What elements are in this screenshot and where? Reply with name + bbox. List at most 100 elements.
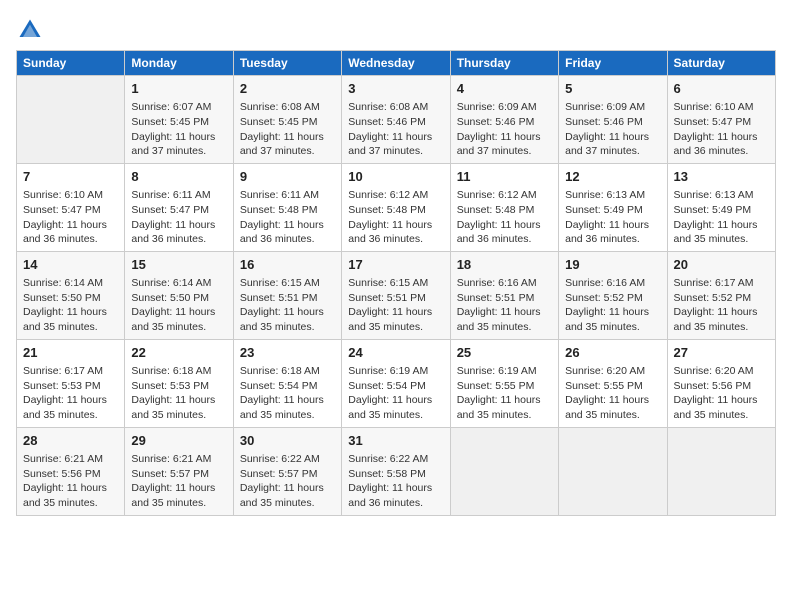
day-number: 15: [131, 256, 226, 274]
day-number: 25: [457, 344, 552, 362]
logo: [16, 16, 48, 44]
calendar-cell: 18 Sunrise: 6:16 AMSunset: 5:51 PMDayligh…: [450, 251, 558, 339]
calendar-cell: 28 Sunrise: 6:21 AMSunset: 5:56 PMDayligh…: [17, 427, 125, 515]
day-info: Sunrise: 6:17 AMSunset: 5:53 PMDaylight:…: [23, 364, 118, 423]
day-info: Sunrise: 6:11 AMSunset: 5:47 PMDaylight:…: [131, 188, 226, 247]
day-info: Sunrise: 6:16 AMSunset: 5:52 PMDaylight:…: [565, 276, 660, 335]
day-number: 30: [240, 432, 335, 450]
weekday-header-friday: Friday: [559, 51, 667, 76]
day-info: Sunrise: 6:10 AMSunset: 5:47 PMDaylight:…: [674, 100, 769, 159]
calendar-cell: 21 Sunrise: 6:17 AMSunset: 5:53 PMDayligh…: [17, 339, 125, 427]
day-number: 29: [131, 432, 226, 450]
calendar-cell: 6 Sunrise: 6:10 AMSunset: 5:47 PMDaylight…: [667, 76, 775, 164]
day-info: Sunrise: 6:16 AMSunset: 5:51 PMDaylight:…: [457, 276, 552, 335]
day-number: 28: [23, 432, 118, 450]
day-number: 17: [348, 256, 443, 274]
day-number: 1: [131, 80, 226, 98]
calendar-cell: [667, 427, 775, 515]
weekday-header-tuesday: Tuesday: [233, 51, 341, 76]
calendar-cell: 23Sunrise: 6:18 AMSunset: 5:54 PMDayligh…: [233, 339, 341, 427]
day-info: Sunrise: 6:22 AMSunset: 5:57 PMDaylight:…: [240, 452, 335, 511]
day-number: 10: [348, 168, 443, 186]
day-info: Sunrise: 6:18 AMSunset: 5:54 PMDaylight:…: [240, 364, 335, 423]
calendar-table: SundayMondayTuesdayWednesdayThursdayFrid…: [16, 50, 776, 516]
day-info: Sunrise: 6:10 AMSunset: 5:47 PMDaylight:…: [23, 188, 118, 247]
calendar-cell: 3 Sunrise: 6:08 AMSunset: 5:46 PMDaylight…: [342, 76, 450, 164]
day-number: 7: [23, 168, 118, 186]
day-number: 27: [674, 344, 769, 362]
day-number: 2: [240, 80, 335, 98]
day-info: Sunrise: 6:18 AMSunset: 5:53 PMDaylight:…: [131, 364, 226, 423]
day-info: Sunrise: 6:08 AMSunset: 5:46 PMDaylight:…: [348, 100, 443, 159]
weekday-header-wednesday: Wednesday: [342, 51, 450, 76]
weekday-header-thursday: Thursday: [450, 51, 558, 76]
calendar-week-row: 28 Sunrise: 6:21 AMSunset: 5:56 PMDayligh…: [17, 427, 776, 515]
day-number: 11: [457, 168, 552, 186]
day-number: 3: [348, 80, 443, 98]
day-number: 20: [674, 256, 769, 274]
day-info: Sunrise: 6:20 AMSunset: 5:55 PMDaylight:…: [565, 364, 660, 423]
day-info: Sunrise: 6:17 AMSunset: 5:52 PMDaylight:…: [674, 276, 769, 335]
calendar-cell: 5 Sunrise: 6:09 AMSunset: 5:46 PMDaylight…: [559, 76, 667, 164]
day-number: 19: [565, 256, 660, 274]
day-info: Sunrise: 6:09 AMSunset: 5:46 PMDaylight:…: [565, 100, 660, 159]
calendar-cell: 4Sunrise: 6:09 AMSunset: 5:46 PMDaylight…: [450, 76, 558, 164]
calendar-cell: [17, 76, 125, 164]
day-info: Sunrise: 6:13 AMSunset: 5:49 PMDaylight:…: [674, 188, 769, 247]
calendar-cell: 29Sunrise: 6:21 AMSunset: 5:57 PMDayligh…: [125, 427, 233, 515]
day-number: 16: [240, 256, 335, 274]
day-info: Sunrise: 6:15 AMSunset: 5:51 PMDaylight:…: [240, 276, 335, 335]
weekday-header-monday: Monday: [125, 51, 233, 76]
calendar-cell: 10Sunrise: 6:12 AMSunset: 5:48 PMDayligh…: [342, 163, 450, 251]
day-number: 18: [457, 256, 552, 274]
calendar-cell: [559, 427, 667, 515]
calendar-cell: 31 Sunrise: 6:22 AMSunset: 5:58 PMDayligh…: [342, 427, 450, 515]
calendar-cell: 8 Sunrise: 6:11 AMSunset: 5:47 PMDaylight…: [125, 163, 233, 251]
day-info: Sunrise: 6:08 AMSunset: 5:45 PMDaylight:…: [240, 100, 335, 159]
calendar-cell: 30 Sunrise: 6:22 AMSunset: 5:57 PMDayligh…: [233, 427, 341, 515]
day-number: 24: [348, 344, 443, 362]
day-number: 12: [565, 168, 660, 186]
calendar-cell: 13Sunrise: 6:13 AMSunset: 5:49 PMDayligh…: [667, 163, 775, 251]
day-info: Sunrise: 6:19 AMSunset: 5:54 PMDaylight:…: [348, 364, 443, 423]
logo-icon: [16, 16, 44, 44]
day-info: Sunrise: 6:09 AMSunset: 5:46 PMDaylight:…: [457, 100, 552, 159]
calendar-week-row: 21 Sunrise: 6:17 AMSunset: 5:53 PMDayligh…: [17, 339, 776, 427]
calendar-cell: 2 Sunrise: 6:08 AMSunset: 5:45 PMDaylight…: [233, 76, 341, 164]
calendar-cell: 26 Sunrise: 6:20 AMSunset: 5:55 PMDayligh…: [559, 339, 667, 427]
calendar-cell: 17Sunrise: 6:15 AMSunset: 5:51 PMDayligh…: [342, 251, 450, 339]
calendar-cell: 14 Sunrise: 6:14 AMSunset: 5:50 PMDayligh…: [17, 251, 125, 339]
weekday-header-saturday: Saturday: [667, 51, 775, 76]
weekday-header-sunday: Sunday: [17, 51, 125, 76]
calendar-week-row: 1Sunrise: 6:07 AMSunset: 5:45 PMDaylight…: [17, 76, 776, 164]
day-number: 22: [131, 344, 226, 362]
calendar-cell: 16 Sunrise: 6:15 AMSunset: 5:51 PMDayligh…: [233, 251, 341, 339]
day-number: 6: [674, 80, 769, 98]
day-number: 14: [23, 256, 118, 274]
day-number: 26: [565, 344, 660, 362]
day-number: 21: [23, 344, 118, 362]
calendar-cell: 24 Sunrise: 6:19 AMSunset: 5:54 PMDayligh…: [342, 339, 450, 427]
calendar-cell: [450, 427, 558, 515]
day-info: Sunrise: 6:14 AMSunset: 5:50 PMDaylight:…: [131, 276, 226, 335]
calendar-cell: 19 Sunrise: 6:16 AMSunset: 5:52 PMDayligh…: [559, 251, 667, 339]
calendar-week-row: 14 Sunrise: 6:14 AMSunset: 5:50 PMDayligh…: [17, 251, 776, 339]
calendar-cell: 7 Sunrise: 6:10 AMSunset: 5:47 PMDaylight…: [17, 163, 125, 251]
day-info: Sunrise: 6:21 AMSunset: 5:56 PMDaylight:…: [23, 452, 118, 511]
day-number: 5: [565, 80, 660, 98]
calendar-week-row: 7 Sunrise: 6:10 AMSunset: 5:47 PMDaylight…: [17, 163, 776, 251]
day-info: Sunrise: 6:13 AMSunset: 5:49 PMDaylight:…: [565, 188, 660, 247]
day-info: Sunrise: 6:20 AMSunset: 5:56 PMDaylight:…: [674, 364, 769, 423]
calendar-cell: 25Sunrise: 6:19 AMSunset: 5:55 PMDayligh…: [450, 339, 558, 427]
day-number: 9: [240, 168, 335, 186]
calendar-cell: 27 Sunrise: 6:20 AMSunset: 5:56 PMDayligh…: [667, 339, 775, 427]
day-info: Sunrise: 6:11 AMSunset: 5:48 PMDaylight:…: [240, 188, 335, 247]
day-number: 31: [348, 432, 443, 450]
day-info: Sunrise: 6:22 AMSunset: 5:58 PMDaylight:…: [348, 452, 443, 511]
day-number: 8: [131, 168, 226, 186]
calendar-cell: 12 Sunrise: 6:13 AMSunset: 5:49 PMDayligh…: [559, 163, 667, 251]
calendar-cell: 15 Sunrise: 6:14 AMSunset: 5:50 PMDayligh…: [125, 251, 233, 339]
day-info: Sunrise: 6:14 AMSunset: 5:50 PMDaylight:…: [23, 276, 118, 335]
calendar-cell: 20 Sunrise: 6:17 AMSunset: 5:52 PMDayligh…: [667, 251, 775, 339]
weekday-header-row: SundayMondayTuesdayWednesdayThursdayFrid…: [17, 51, 776, 76]
